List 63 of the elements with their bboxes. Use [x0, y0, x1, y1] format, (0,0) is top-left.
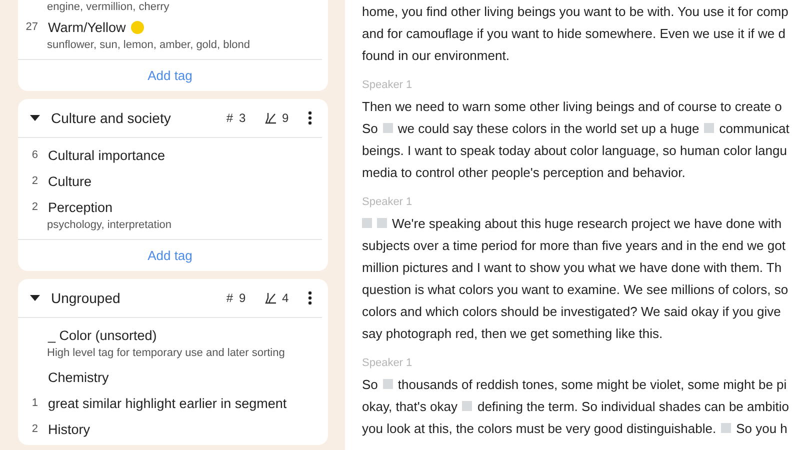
transcript-text: thousands of reddish tones, some might be violet, some might be pi [398, 376, 787, 392]
marker-icon [382, 379, 393, 389]
transcript-text: defining the term. So individual shades can be ambitio [477, 398, 789, 414]
transcript-text: So you h [736, 420, 788, 436]
transcript-text: media to control other people's perception and behavior. [362, 164, 686, 180]
transcript-text: you look at this, the colors must be very good distinguishable. [362, 420, 716, 436]
marker-icon [462, 401, 472, 411]
tag-count: 2 [30, 423, 38, 435]
tag-count: 2 [30, 175, 38, 187]
transcript-text: So [362, 120, 378, 136]
tag-name[interactable]: Perception [48, 200, 113, 214]
transcript-text: beings. I want to speak today about color language, so human color langu [362, 142, 787, 158]
speaker-label: Speaker 1 [362, 78, 414, 93]
tag-name[interactable]: Warm/Yellow [48, 20, 126, 34]
caret-icon[interactable] [30, 115, 40, 121]
transcript-text: okay, that's okay [362, 398, 458, 414]
marker-icon [382, 123, 393, 133]
marker-icon [704, 123, 714, 133]
caret-icon[interactable] [30, 295, 40, 301]
tag-count: 1 [30, 397, 38, 409]
highlight-count: 9 [282, 111, 290, 125]
marker-icon [362, 218, 372, 228]
transcript-text: Then we need to warn some other living beings and of course to create o [362, 98, 782, 114]
more-icon[interactable] [308, 291, 312, 305]
hash-icon: # [226, 111, 233, 125]
group-title: Culture and society [51, 110, 172, 126]
tag-description: psychology, interpretation [46, 218, 173, 232]
transcript-text: and for camouflage if you want to hide somewhere. Even we use it if we d [362, 26, 786, 40]
speaker-label: Speaker 1 [362, 356, 414, 371]
tag-name[interactable]: History [48, 422, 90, 436]
tag-count: 3 [239, 111, 247, 125]
highlighter-icon [265, 112, 277, 124]
tag-count: 27 [24, 21, 38, 33]
transcript-text: found in our environment. [362, 48, 510, 62]
marker-icon [377, 218, 387, 228]
tag-count: 9 [239, 291, 247, 305]
tag-description: High level tag for temporary use and later sorting [46, 346, 286, 360]
transcript-text: question is what colors you want to examine. We see millions of colors, so [362, 282, 788, 296]
tag-description: sunflower, sun, lemon, amber, gold, blond [46, 38, 252, 52]
tag-name[interactable]: great similar highlight earlier in segment [48, 396, 287, 410]
transcript-text: colors and which colors should be investigated? We said okay if you give [362, 304, 781, 318]
transcript-text: say photograph red, then we get something like this. [362, 326, 663, 340]
tag-name[interactable]: _ Color (unsorted) [48, 328, 157, 342]
hash-icon: # [226, 291, 233, 305]
highlight-count: 4 [282, 291, 290, 305]
more-icon[interactable] [308, 111, 312, 125]
group-title: Ungrouped [51, 290, 122, 306]
transcript-text: We're speaking about this huge research project we have done with [392, 216, 782, 230]
transcript-text: we could say these colors in the world set up a huge [398, 120, 700, 136]
transcript-text: So [362, 376, 378, 392]
transcript-text: million pictures and I want to show you what we have done with them. Th [362, 260, 782, 274]
speaker-label: Speaker 1 [362, 195, 414, 210]
highlighter-icon [265, 292, 277, 304]
marker-icon [721, 423, 732, 433]
transcript-text: communicat [719, 120, 790, 136]
tag-name[interactable]: Chemistry [48, 370, 109, 384]
tag-count: 2 [30, 201, 38, 213]
tag-name[interactable]: Culture [48, 174, 92, 188]
tag-count: 6 [30, 149, 38, 161]
transcript-text: home, you find other living beings you want to be with. You use it for comp [362, 4, 788, 18]
tag-name[interactable]: Cultural importance [48, 148, 166, 162]
transcript-text: subjects over a time period for more than five years and in the end we got [362, 238, 786, 252]
tag-description: engine, vermillion, cherry [46, 0, 170, 14]
